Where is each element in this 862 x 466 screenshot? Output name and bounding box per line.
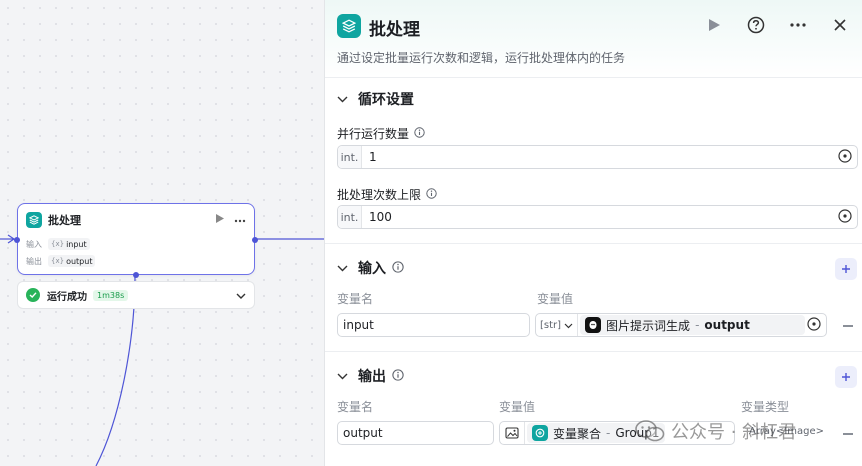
output-section-title: 输出	[358, 369, 386, 385]
info-icon[interactable]	[392, 368, 404, 384]
input-var-name-value: input	[343, 318, 374, 332]
input-ref-var: output	[704, 318, 750, 332]
info-icon[interactable]	[392, 260, 404, 276]
output-col-type-header: 变量类型	[741, 400, 790, 414]
input-section-header[interactable]: 输入	[337, 258, 404, 278]
chevron-down-icon[interactable]	[337, 92, 348, 106]
add-input-button[interactable]	[835, 258, 857, 280]
output-var-name-value: output	[343, 426, 383, 440]
batch-node[interactable]: 批处理 输入 {x} input 输出 {x} output	[14, 203, 258, 278]
remove-input-button[interactable]	[843, 325, 853, 327]
batch-limit-label-text: 批处理次数上限	[337, 188, 422, 202]
output-col-name-header: 变量名	[337, 400, 374, 414]
node-output-label: 输出	[26, 256, 42, 266]
panel-description: 通过设定批量运行次数和逻辑，运行批处理体内的任务	[337, 51, 626, 65]
node-run-icon[interactable]	[216, 214, 224, 226]
image-type-icon[interactable]	[500, 422, 525, 444]
chevron-down-icon[interactable]	[236, 288, 246, 302]
node-output-row: 输出 {x} output	[26, 254, 96, 268]
batch-limit-type: int.	[338, 206, 362, 228]
panel-header: 批处理 通过设定批量运行次数和逻辑，运行批处理体内的任务	[325, 0, 862, 78]
chevron-down-icon[interactable]	[337, 369, 348, 383]
node-body-port[interactable]	[133, 272, 139, 278]
info-icon[interactable]	[426, 187, 437, 202]
input-type-select[interactable]: [str]	[536, 314, 579, 336]
node-input-row: 输入 {x} input	[26, 237, 90, 251]
output-col-value-header: 变量值	[499, 400, 536, 414]
batch-limit-label: 批处理次数上限	[337, 186, 437, 203]
run-play-icon[interactable]	[704, 15, 724, 35]
output-ref-node: 变量聚合	[553, 426, 602, 441]
help-icon[interactable]	[746, 15, 766, 35]
node-config-panel: 批处理 通过设定批量运行次数和逻辑，运行批处理体内的任务 循环设置 并行运行数量…	[324, 0, 862, 466]
node-input-label: 输入	[26, 239, 42, 249]
output-section-header[interactable]: 输出	[337, 366, 404, 386]
watermark-text: 公众号 · 斜杠君	[671, 422, 797, 443]
input-var-name-field[interactable]: input	[337, 313, 530, 337]
image-gen-app-icon	[585, 317, 602, 333]
node-input-name: input	[66, 239, 87, 249]
run-status-bar[interactable]: 运行成功 1m38s	[17, 281, 255, 309]
batch-node-title: 批处理	[48, 214, 81, 227]
run-status-text: 运行成功	[47, 291, 87, 303]
node-output-port[interactable]	[252, 237, 258, 243]
run-duration-badge: 1m38s	[93, 289, 129, 301]
output-var-name-field[interactable]: output	[337, 421, 494, 445]
batch-layers-icon	[26, 212, 42, 228]
section-divider	[325, 243, 862, 244]
batch-limit-field[interactable]: int. 100	[337, 205, 858, 229]
node-input-port[interactable]	[14, 237, 20, 243]
parallel-count-value: 1	[369, 150, 377, 164]
chevron-down-icon[interactable]	[337, 261, 348, 275]
parallel-count-type: int.	[338, 146, 362, 168]
parallel-count-field[interactable]: int. 1	[337, 145, 858, 169]
batch-layers-icon	[337, 14, 361, 38]
success-check-icon	[26, 288, 40, 302]
variable-ref-icon[interactable]	[807, 316, 821, 334]
variable-ref-icon[interactable]	[838, 148, 852, 166]
input-ref-separator: -	[695, 318, 700, 332]
node-more-icon[interactable]	[234, 215, 246, 226]
panel-title: 批处理	[369, 20, 420, 40]
batch-node-header: 批处理	[26, 211, 246, 229]
input-col-name-header: 变量名	[337, 292, 374, 306]
remove-output-button[interactable]	[843, 433, 853, 435]
variable-merge-app-icon	[532, 425, 548, 441]
input-type-value: [str]	[540, 319, 562, 331]
loop-settings-title: 循环设置	[358, 92, 414, 108]
chevron-down-icon	[564, 318, 573, 332]
input-var-value-field[interactable]: [str] 图片提示词生成 - output	[535, 313, 827, 337]
parallel-count-label: 并行运行数量	[337, 125, 425, 142]
info-icon[interactable]	[414, 126, 425, 141]
node-input-type: {x}	[51, 240, 65, 248]
wechat-icon	[635, 420, 665, 442]
add-output-button[interactable]	[835, 366, 857, 388]
input-section-title: 输入	[358, 261, 386, 277]
section-divider	[325, 351, 862, 352]
node-output-name: output	[66, 256, 93, 266]
loop-settings-header[interactable]: 循环设置	[337, 89, 414, 109]
more-icon[interactable]	[788, 15, 808, 35]
variable-ref-icon[interactable]	[838, 208, 852, 226]
node-output-tag: {x} output	[48, 255, 96, 267]
input-col-value-header: 变量值	[537, 292, 574, 306]
parallel-count-label-text: 并行运行数量	[337, 127, 410, 141]
input-ref-node: 图片提示词生成	[606, 318, 691, 333]
node-input-tag: {x} input	[48, 238, 90, 250]
close-icon[interactable]	[830, 15, 850, 35]
node-output-type: {x}	[51, 257, 65, 265]
batch-limit-value: 100	[369, 210, 392, 224]
output-ref-separator: -	[606, 426, 611, 440]
watermark: 公众号 · 斜杠君	[635, 418, 796, 444]
input-ref-chip: 图片提示词生成 - output	[580, 315, 806, 335]
